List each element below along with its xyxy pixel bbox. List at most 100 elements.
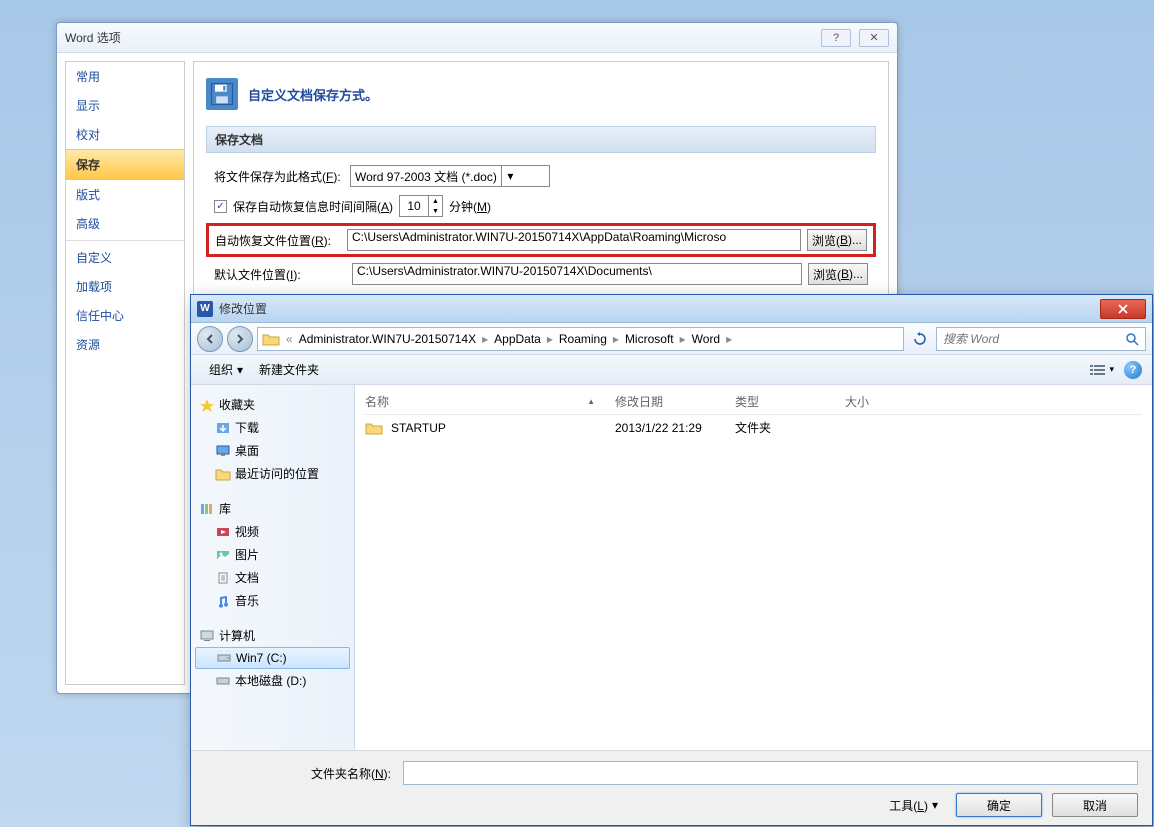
section-save-documents: 保存文档	[206, 126, 876, 153]
bc-microsoft[interactable]: Microsoft	[621, 332, 678, 346]
help-button[interactable]: ?	[821, 29, 851, 47]
navigation-bar: « Administrator.WIN7U-20150714X ▸ AppDat…	[191, 323, 1152, 355]
tree-pictures[interactable]: 图片	[195, 543, 350, 566]
default-path-label: 默认文件位置(I):	[214, 266, 346, 283]
browse-default-button[interactable]: 浏览(B)...	[808, 263, 868, 285]
list-view-icon	[1089, 363, 1107, 377]
folder-icon	[262, 331, 280, 347]
bc-appdata[interactable]: AppData	[490, 332, 545, 346]
content-title: 自定义文档保存方式。	[248, 85, 378, 104]
help-button[interactable]: ?	[1124, 361, 1142, 379]
tree-drive-c[interactable]: Win7 (C:)	[195, 647, 350, 669]
folder-name-input[interactable]	[403, 761, 1138, 785]
tree-library[interactable]: 库	[195, 497, 350, 520]
chevron-icon[interactable]: ▸	[480, 332, 490, 346]
minutes-input[interactable]	[400, 196, 428, 216]
bc-word[interactable]: Word	[688, 332, 724, 346]
search-box[interactable]	[936, 327, 1146, 351]
tree-downloads[interactable]: 下载	[195, 416, 350, 439]
file-date: 2013/1/22 21:29	[615, 421, 735, 435]
tools-menu[interactable]: 工具(L) ▾	[881, 797, 946, 814]
tree-drive-d[interactable]: 本地磁盘 (D:)	[195, 669, 350, 692]
col-size-header[interactable]: 大小	[845, 393, 905, 410]
sidebar-item-proofing[interactable]: 校对	[66, 120, 184, 149]
dialog-close-button[interactable]	[1100, 299, 1146, 319]
autorecover-path-label: 自动恢复文件位置(R):	[215, 232, 341, 249]
tree-recent[interactable]: 最近访问的位置	[195, 462, 350, 485]
chevron-icon[interactable]: ▸	[724, 332, 734, 346]
spin-up-icon[interactable]: ▲	[429, 196, 442, 206]
close-button[interactable]: ✕	[859, 29, 889, 47]
sidebar-item-display[interactable]: 显示	[66, 91, 184, 120]
autorecover-minutes-spinner[interactable]: ▲▼	[399, 195, 443, 217]
file-list[interactable]: 名称 ▲ 修改日期 类型 大小 STARTUP 2013/1/22 21:29 …	[355, 385, 1152, 750]
refresh-button[interactable]	[908, 327, 932, 351]
dialog-title: 修改位置	[219, 300, 267, 317]
chevron-icon[interactable]: ▸	[545, 332, 555, 346]
nav-back-button[interactable]	[197, 326, 223, 352]
sidebar-item-trust[interactable]: 信任中心	[66, 301, 184, 330]
bc-roaming[interactable]: Roaming	[555, 332, 611, 346]
save-disk-icon	[206, 78, 238, 110]
chevron-down-icon: ▾	[1109, 364, 1114, 375]
nav-forward-button[interactable]	[227, 326, 253, 352]
cancel-button[interactable]: 取消	[1052, 793, 1138, 817]
sidebar-item-common[interactable]: 常用	[66, 62, 184, 91]
file-type: 文件夹	[735, 419, 845, 436]
column-headers: 名称 ▲ 修改日期 类型 大小	[365, 389, 1142, 415]
chevron-icon[interactable]: ▸	[611, 332, 621, 346]
sidebar-item-save[interactable]: 保存	[66, 149, 184, 180]
sidebar-item-resources[interactable]: 资源	[66, 330, 184, 359]
sidebar-item-customize[interactable]: 自定义	[66, 243, 184, 272]
autorecover-path-input[interactable]: C:\Users\Administrator.WIN7U-20150714X\A…	[347, 229, 801, 251]
options-sidebar: 常用 显示 校对 保存 版式 高级 自定义 加载项 信任中心 资源	[65, 61, 185, 685]
format-value: Word 97-2003 文档 (*.doc)	[355, 168, 497, 185]
organize-menu[interactable]: 组织 ▾	[201, 361, 251, 378]
tree-videos[interactable]: 视频	[195, 520, 350, 543]
dialog-titlebar: W 修改位置	[191, 295, 1152, 323]
tree-documents[interactable]: 文档	[195, 566, 350, 589]
tree-favorites[interactable]: 收藏夹	[195, 393, 350, 416]
search-icon	[1125, 332, 1139, 346]
divider	[66, 240, 184, 241]
autorecover-label: 保存自动恢复信息时间间隔(A)	[233, 198, 393, 215]
col-type-header[interactable]: 类型	[735, 393, 845, 410]
word-app-icon: W	[197, 301, 213, 317]
browse-folder-dialog: W 修改位置 « Administrator.WIN7U-20150714X ▸…	[190, 294, 1153, 826]
sidebar-item-addins[interactable]: 加载项	[66, 272, 184, 301]
sort-arrow-icon: ▲	[587, 397, 595, 406]
ok-button[interactable]: 确定	[956, 793, 1042, 817]
bc-user[interactable]: Administrator.WIN7U-20150714X	[295, 332, 480, 346]
col-name-header[interactable]: 名称 ▲	[365, 393, 615, 410]
format-label: 将文件保存为此格式(F):	[214, 168, 344, 185]
tree-music[interactable]: 音乐	[195, 589, 350, 612]
minutes-label: 分钟(M)	[449, 198, 491, 215]
autorecover-checkbox[interactable]: ✓	[214, 200, 227, 213]
default-path-input[interactable]: C:\Users\Administrator.WIN7U-20150714X\D…	[352, 263, 802, 285]
view-mode-button[interactable]: ▾	[1089, 363, 1114, 377]
window-title: Word 选项	[65, 29, 121, 46]
new-folder-button[interactable]: 新建文件夹	[251, 361, 327, 378]
spin-down-icon[interactable]: ▼	[429, 206, 442, 216]
tree-computer[interactable]: 计算机	[195, 624, 350, 647]
sidebar-item-layout[interactable]: 版式	[66, 180, 184, 209]
tree-desktop[interactable]: 桌面	[195, 439, 350, 462]
dialog-footer: 文件夹名称(N): 工具(L) ▾ 确定 取消	[191, 750, 1152, 825]
titlebar: Word 选项 ? ✕	[57, 23, 897, 53]
folder-icon	[365, 421, 383, 435]
file-name: STARTUP	[391, 421, 446, 435]
browse-autorecover-button[interactable]: 浏览(B)...	[807, 229, 867, 251]
chevron-down-icon: ▾	[237, 363, 243, 377]
folder-tree[interactable]: 收藏夹 下载 桌面 最近访问的位置 库 视频 图片 文档 音乐 计算机 Win7…	[191, 385, 355, 750]
file-row[interactable]: STARTUP 2013/1/22 21:29 文件夹	[365, 415, 1142, 440]
chevron-icon[interactable]: «	[284, 332, 295, 346]
format-select[interactable]: Word 97-2003 文档 (*.doc) ▾	[350, 165, 550, 187]
chevron-down-icon: ▾	[932, 798, 938, 812]
autorecover-location-row: 自动恢复文件位置(R): C:\Users\Administrator.WIN7…	[206, 223, 876, 257]
col-date-header[interactable]: 修改日期	[615, 393, 735, 410]
chevron-icon[interactable]: ▸	[678, 332, 688, 346]
dropdown-icon[interactable]: ▾	[501, 166, 519, 186]
breadcrumb[interactable]: « Administrator.WIN7U-20150714X ▸ AppDat…	[257, 327, 904, 351]
sidebar-item-advanced[interactable]: 高级	[66, 209, 184, 238]
search-input[interactable]	[943, 332, 1125, 346]
